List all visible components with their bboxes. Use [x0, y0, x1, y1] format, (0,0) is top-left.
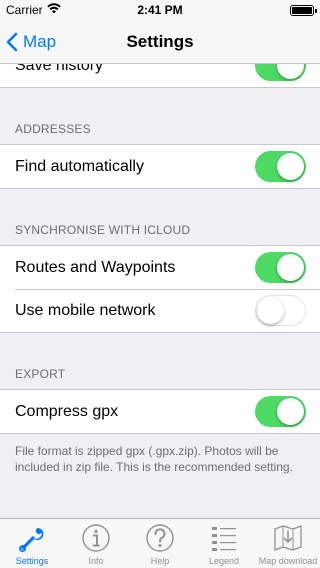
find-automatically-row: Find automatically	[0, 145, 320, 188]
wrench-icon	[19, 527, 44, 552]
tab-info-label: Info	[88, 556, 104, 566]
routes-waypoints-switch[interactable]	[255, 252, 306, 283]
compress-gpx-label: Compress gpx	[15, 402, 119, 420]
icloud-group: Routes and Waypoints Use mobile network	[0, 245, 320, 333]
addresses-group: Find automatically	[0, 144, 320, 189]
save-history-row: Save history	[0, 64, 320, 87]
legend-icon	[212, 527, 236, 551]
export-group: Compress gpx	[0, 389, 320, 434]
compress-gpx-switch[interactable]	[255, 396, 306, 427]
info-icon	[82, 524, 110, 552]
tab-help-label: Help	[150, 556, 170, 566]
save-history-label: Save history	[15, 64, 104, 74]
addresses-header: ADDRESSES	[15, 122, 91, 136]
routes-waypoints-row: Routes and Waypoints	[0, 246, 320, 289]
battery-icon	[290, 5, 317, 16]
tab-legend-label: Legend	[208, 556, 240, 566]
tab-bar: Settings Info Help Legend Map download	[0, 518, 320, 568]
page-title: Settings	[126, 32, 194, 51]
tab-settings[interactable]: Settings	[0, 519, 64, 568]
tab-info[interactable]: Info	[64, 519, 128, 568]
history-group: Save history	[0, 64, 320, 88]
export-header: EXPORT	[15, 367, 66, 381]
compress-gpx-row: Compress gpx	[0, 390, 320, 433]
find-automatically-label: Find automatically	[15, 157, 144, 175]
export-footer-note: File format is zipped gpx (.gpx.zip). Ph…	[15, 444, 293, 474]
tab-legend[interactable]: Legend	[192, 519, 256, 568]
mobile-network-row: Use mobile network	[0, 289, 320, 332]
tab-map-download-label: Map download	[258, 556, 318, 566]
settings-list[interactable]: Save history ADDRESSES Find automaticall…	[0, 64, 320, 518]
tab-map-download[interactable]: Map download	[256, 519, 320, 568]
settings-screen: Carrier 2:41 PM Map Settings Save histor…	[0, 0, 320, 568]
status-time: 2:41 PM	[137, 3, 183, 17]
icloud-header: SYNCHRONISE WITH ICLOUD	[15, 223, 191, 237]
save-history-switch[interactable]	[255, 64, 306, 81]
mobile-network-switch[interactable]	[255, 295, 306, 326]
tab-help[interactable]: Help	[128, 519, 192, 568]
map-download-icon	[274, 525, 302, 551]
status-bar: Carrier 2:41 PM	[0, 0, 320, 20]
help-icon	[146, 524, 174, 552]
tab-settings-label: Settings	[15, 556, 49, 566]
navigation-bar: Map Settings	[0, 20, 320, 64]
mobile-network-label: Use mobile network	[15, 301, 156, 319]
find-automatically-switch[interactable]	[255, 151, 306, 182]
routes-waypoints-label: Routes and Waypoints	[15, 258, 176, 276]
